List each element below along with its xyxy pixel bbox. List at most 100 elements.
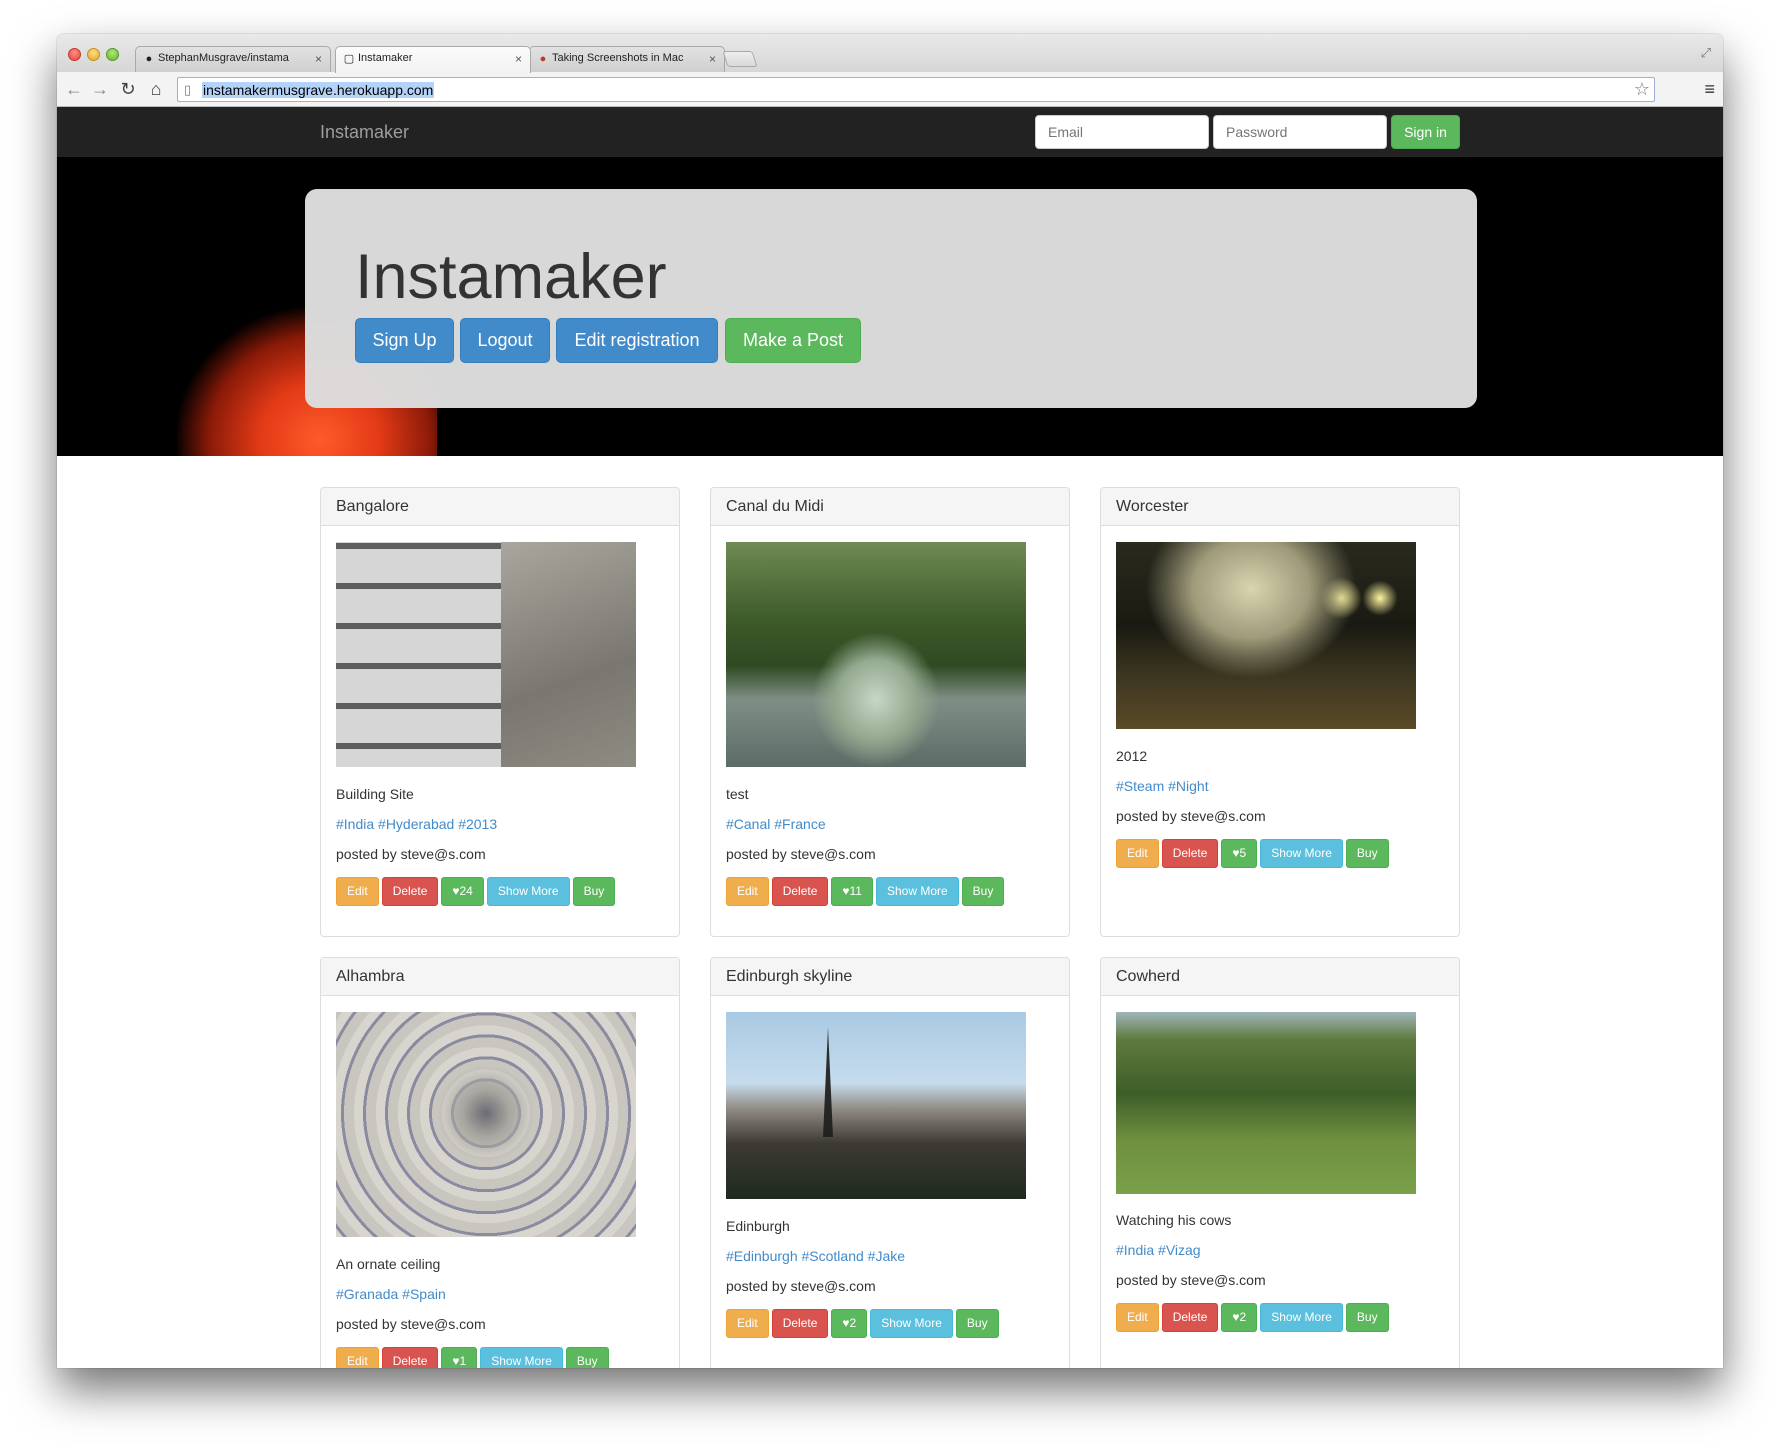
zoom-window-button[interactable] bbox=[106, 48, 119, 61]
like-button[interactable]: ♥11 bbox=[831, 877, 873, 906]
show-more-button[interactable]: Show More bbox=[870, 1309, 953, 1338]
navbar-brand[interactable]: Instamaker bbox=[320, 122, 409, 143]
post-tags[interactable]: #India #Hyderabad #2013 bbox=[336, 816, 497, 832]
buy-button[interactable]: Buy bbox=[1345, 839, 1389, 868]
like-button[interactable]: ♥2 bbox=[831, 1309, 868, 1338]
post-image bbox=[1116, 1012, 1416, 1194]
fullscreen-icon[interactable]: ⤢ bbox=[1701, 45, 1711, 61]
tab-title: Taking Screenshots in Mac bbox=[552, 52, 684, 64]
password-input[interactable] bbox=[1213, 115, 1387, 149]
show-more-button[interactable]: Show More bbox=[480, 1347, 563, 1368]
post-actions: Edit Delete ♥24 Show More Buy bbox=[336, 877, 618, 906]
reload-icon[interactable]: ↻ bbox=[117, 78, 139, 100]
browser-tab-github[interactable]: ● StephanMusgrave/instama × bbox=[135, 46, 331, 72]
delete-button[interactable]: Delete bbox=[771, 877, 829, 906]
edit-button[interactable]: Edit bbox=[1116, 839, 1159, 868]
post-actions: Edit Delete ♥2 Show More Buy bbox=[726, 1309, 1002, 1338]
post-author: posted by steve@s.com bbox=[1116, 808, 1266, 824]
show-more-button[interactable]: Show More bbox=[1260, 839, 1343, 868]
forward-icon[interactable]: → bbox=[89, 78, 111, 100]
like-button[interactable]: ♥24 bbox=[441, 877, 484, 906]
new-tab-button[interactable] bbox=[722, 51, 758, 67]
post-card: Edinburgh skyline Edinburgh #Edinburgh #… bbox=[710, 957, 1070, 1368]
delete-button[interactable]: Delete bbox=[381, 1347, 439, 1368]
edit-button[interactable]: Edit bbox=[336, 877, 379, 906]
buy-button[interactable]: Buy bbox=[955, 1309, 999, 1338]
delete-button[interactable]: Delete bbox=[771, 1309, 829, 1338]
post-actions: Edit Delete ♥1 Show More Buy bbox=[336, 1347, 612, 1368]
apple-icon: ● bbox=[539, 53, 547, 65]
tab-close-icon[interactable]: × bbox=[709, 52, 716, 66]
post-description: Edinburgh bbox=[726, 1218, 790, 1234]
post-card: Bangalore Building Site #India #Hyderaba… bbox=[320, 487, 680, 937]
like-button[interactable]: ♥5 bbox=[1221, 839, 1258, 868]
sign-in-button[interactable]: Sign in bbox=[1391, 115, 1460, 149]
page-viewport: Instamaker Sign in Instamaker Sign Up Lo… bbox=[57, 107, 1723, 1368]
tab-close-icon[interactable]: × bbox=[515, 52, 522, 66]
browser-tab-instamaker[interactable]: ▢ Instamaker × bbox=[335, 46, 531, 73]
post-card: Worcester 2012 #Steam #Night posted by s… bbox=[1100, 487, 1460, 937]
edit-button[interactable]: Edit bbox=[726, 1309, 769, 1338]
jumbotron: Instamaker Sign Up Logout Edit registrat… bbox=[305, 189, 1477, 408]
bookmark-star-icon[interactable]: ☆ bbox=[1634, 79, 1650, 100]
post-tags[interactable]: #Granada #Spain bbox=[336, 1286, 446, 1302]
post-image bbox=[336, 542, 636, 767]
post-description: 2012 bbox=[1116, 748, 1148, 764]
logout-button[interactable]: Logout bbox=[460, 318, 550, 363]
post-tags[interactable]: #Steam #Night bbox=[1116, 778, 1209, 794]
show-more-button[interactable]: Show More bbox=[1260, 1303, 1343, 1332]
post-card: Cowherd Watching his cows #India #Vizag … bbox=[1100, 957, 1460, 1368]
browser-window: ● StephanMusgrave/instama × ▢ Instamaker… bbox=[57, 34, 1723, 1368]
browser-tab-screenshots[interactable]: ● Taking Screenshots in Mac × bbox=[529, 46, 725, 72]
close-window-button[interactable] bbox=[68, 48, 81, 61]
post-card: Alhambra An ornate ceiling #Granada #Spa… bbox=[320, 957, 680, 1368]
home-icon[interactable]: ⌂ bbox=[145, 78, 167, 100]
menu-icon[interactable]: ≡ bbox=[1704, 79, 1715, 100]
edit-registration-button[interactable]: Edit registration bbox=[556, 318, 718, 363]
url-text[interactable]: instamakermusgrave.herokuapp.com bbox=[202, 82, 435, 98]
page-icon: ▢ bbox=[343, 53, 355, 65]
post-image bbox=[726, 1012, 1026, 1199]
post-image bbox=[336, 1012, 636, 1237]
cathedral-spire bbox=[823, 1027, 833, 1137]
hero-title: Instamaker bbox=[355, 242, 667, 312]
buy-button[interactable]: Buy bbox=[1345, 1303, 1389, 1332]
post-title: Bangalore bbox=[321, 488, 679, 526]
email-input[interactable] bbox=[1035, 115, 1209, 149]
tab-strip: ● StephanMusgrave/instama × ▢ Instamaker… bbox=[57, 34, 1723, 73]
tab-title: Instamaker bbox=[358, 52, 413, 64]
minimize-window-button[interactable] bbox=[87, 48, 100, 61]
post-title: Alhambra bbox=[321, 958, 679, 996]
post-author: posted by steve@s.com bbox=[1116, 1272, 1266, 1288]
post-title: Canal du Midi bbox=[711, 488, 1069, 526]
post-tags[interactable]: #Canal #France bbox=[726, 816, 826, 832]
like-button[interactable]: ♥1 bbox=[441, 1347, 478, 1368]
show-more-button[interactable]: Show More bbox=[486, 877, 570, 906]
post-description: Building Site bbox=[336, 786, 414, 802]
sign-up-button[interactable]: Sign Up bbox=[355, 318, 454, 363]
tab-close-icon[interactable]: × bbox=[315, 52, 322, 66]
post-tags[interactable]: #India #Vizag bbox=[1116, 1242, 1201, 1258]
hero-banner: Instamaker Sign Up Logout Edit registrat… bbox=[57, 157, 1723, 456]
post-image bbox=[726, 542, 1026, 767]
post-title: Edinburgh skyline bbox=[711, 958, 1069, 996]
show-more-button[interactable]: Show More bbox=[875, 877, 959, 906]
delete-button[interactable]: Delete bbox=[1161, 1303, 1219, 1332]
top-navbar: Instamaker Sign in bbox=[57, 107, 1723, 157]
post-image bbox=[1116, 542, 1416, 729]
address-bar[interactable]: ▯ instamakermusgrave.herokuapp.com ☆ bbox=[177, 77, 1655, 102]
buy-button[interactable]: Buy bbox=[572, 877, 616, 906]
browser-toolbar: ← → ↻ ⌂ ▯ instamakermusgrave.herokuapp.c… bbox=[57, 72, 1723, 107]
post-author: posted by steve@s.com bbox=[726, 846, 876, 862]
make-post-button[interactable]: Make a Post bbox=[725, 318, 861, 363]
edit-button[interactable]: Edit bbox=[726, 877, 769, 906]
edit-button[interactable]: Edit bbox=[336, 1347, 379, 1368]
like-button[interactable]: ♥2 bbox=[1221, 1303, 1258, 1332]
delete-button[interactable]: Delete bbox=[381, 877, 439, 906]
delete-button[interactable]: Delete bbox=[1161, 839, 1219, 868]
buy-button[interactable]: Buy bbox=[565, 1347, 609, 1368]
post-tags[interactable]: #Edinburgh #Scotland #Jake bbox=[726, 1248, 905, 1264]
back-icon[interactable]: ← bbox=[63, 78, 85, 100]
buy-button[interactable]: Buy bbox=[961, 877, 1005, 906]
edit-button[interactable]: Edit bbox=[1116, 1303, 1159, 1332]
